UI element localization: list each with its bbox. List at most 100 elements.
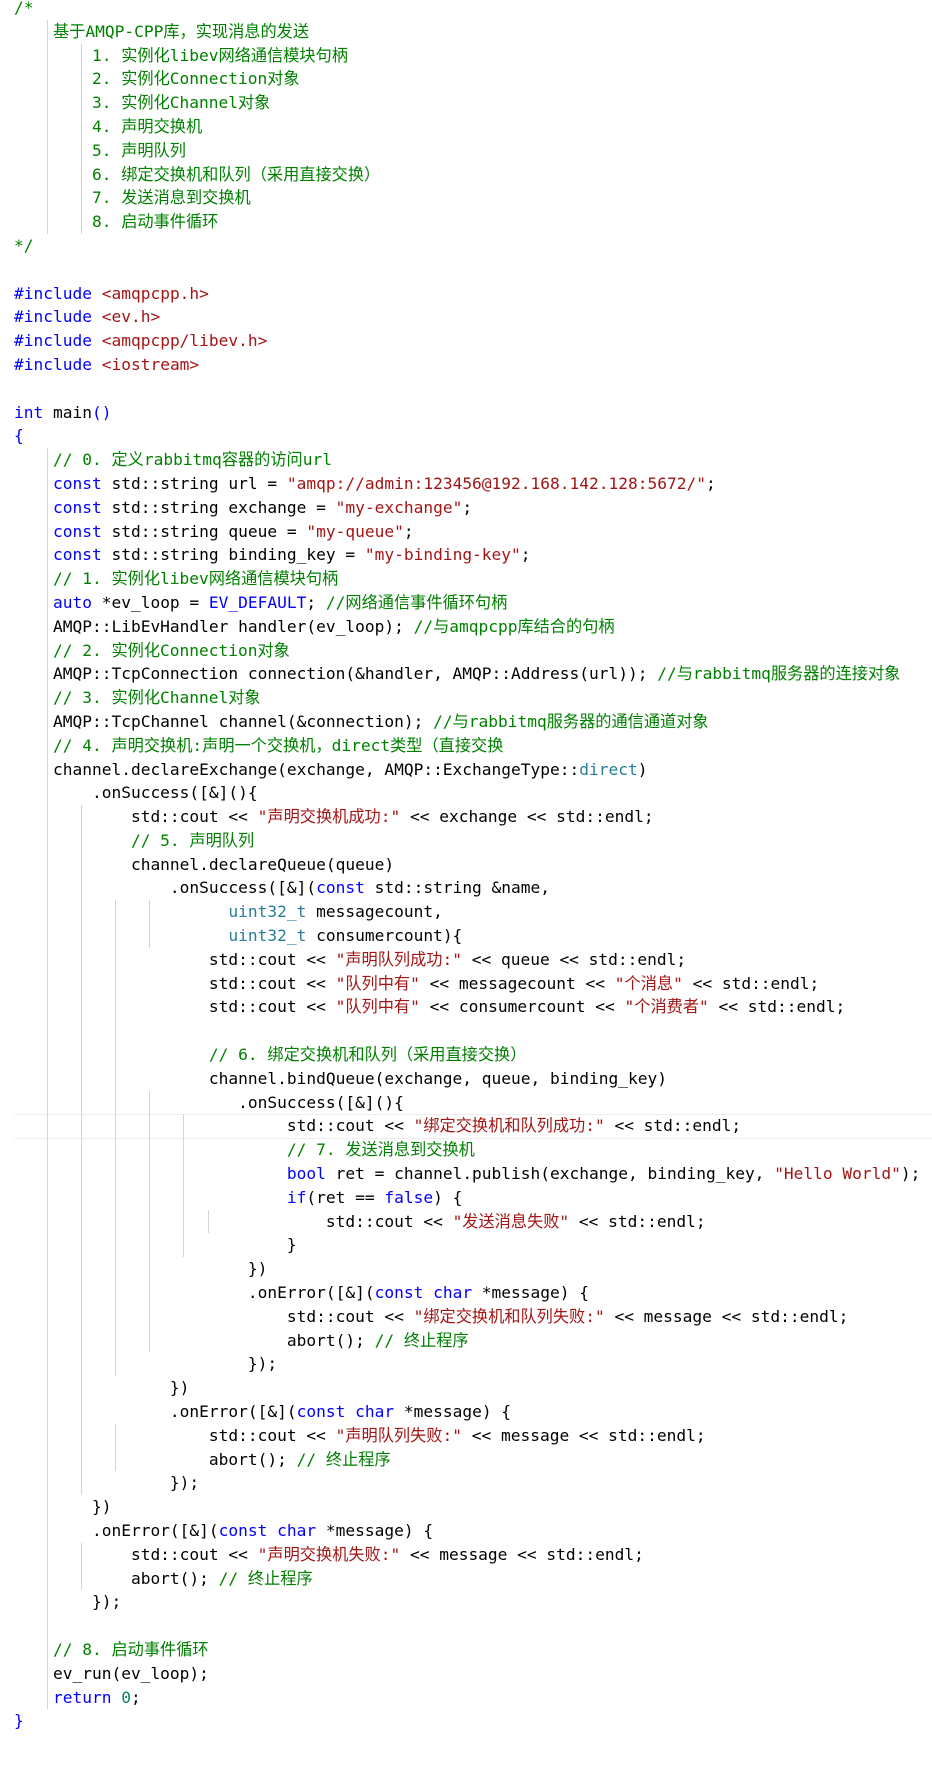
code-line[interactable]: [14, 1019, 920, 1044]
code-line[interactable]: std::cout << "绑定交换机和队列失败:" << message <<…: [14, 1304, 920, 1329]
code-token-default: .onError([&](: [14, 1521, 219, 1540]
code-line[interactable]: // 7. 发送消息到交换机: [14, 1138, 920, 1163]
code-line[interactable]: uint32_t messagecount,: [14, 900, 920, 925]
code-token-comment: 1. 实例化libev网络通信模块句柄: [14, 45, 348, 65]
code-line[interactable]: .onSuccess([&](){: [14, 1090, 920, 1115]
code-line[interactable]: if(ret == false) {: [14, 1185, 920, 1210]
code-line[interactable]: .onSuccess([&](){: [14, 781, 920, 806]
code-line[interactable]: channel.declareQueue(queue): [14, 852, 920, 877]
indent-guide: [47, 876, 48, 901]
indent-guide: [81, 1066, 82, 1091]
code-line[interactable]: }): [14, 1376, 920, 1401]
code-line[interactable]: AMQP::LibEvHandler handler(ev_loop); //与…: [14, 614, 920, 639]
code-line[interactable]: const std::string url = "amqp://admin:12…: [14, 471, 920, 496]
code-line[interactable]: std::cout << "队列中有" << consumercount << …: [14, 995, 920, 1020]
indent-guide: [149, 1138, 150, 1163]
code-line[interactable]: });: [14, 1590, 920, 1615]
indent-guide: [81, 186, 82, 211]
code-token-default: << queue << std::endl;: [461, 949, 687, 969]
code-line[interactable]: [14, 1614, 920, 1638]
code-line[interactable]: });: [14, 1352, 920, 1377]
indent-guide: [47, 138, 48, 163]
code-line[interactable]: bool ret = channel.publish(exchange, bin…: [14, 1162, 920, 1186]
code-token-default: }): [14, 1497, 112, 1517]
code-line[interactable]: AMQP::TcpChannel channel(&connection); /…: [14, 709, 920, 734]
code-line[interactable]: const std::string exchange = "my-exchang…: [14, 495, 920, 520]
code-line[interactable]: std::cout << "发送消息失败" << std::endl;: [14, 1209, 920, 1234]
code-line[interactable]: 1. 实例化libev网络通信模块句柄: [14, 43, 920, 68]
code-line[interactable]: channel.declareExchange(exchange, AMQP::…: [14, 757, 920, 782]
code-line[interactable]: /*: [14, 0, 920, 20]
code-line[interactable]: // 3. 实例化Channel对象: [14, 686, 920, 710]
indent-guide: [47, 1495, 48, 1519]
indent-guide: [115, 1304, 116, 1329]
code-line[interactable]: // 0. 定义rabbitmq容器的访问url: [14, 448, 920, 472]
code-line[interactable]: abort(); // 终止程序: [14, 1566, 920, 1591]
indent-guide: [47, 1614, 48, 1638]
indent-guide: [81, 1447, 82, 1472]
code-line[interactable]: abort(); // 终止程序: [14, 1447, 920, 1472]
code-token-keyword: const: [52, 521, 102, 541]
code-token-default: [423, 1283, 433, 1302]
code-line[interactable]: std::cout << "队列中有" << messagecount << "…: [14, 971, 920, 996]
code-token-default: messagecount,: [306, 902, 443, 922]
code-line[interactable]: .onError([&](const char *message) {: [14, 1281, 920, 1305]
code-line[interactable]: });: [14, 1471, 920, 1496]
code-line[interactable]: const std::string binding_key = "my-bind…: [14, 543, 920, 568]
code-line[interactable]: ev_run(ev_loop);: [14, 1661, 920, 1686]
code-line[interactable]: .onSuccess([&](const std::string &name,: [14, 876, 920, 901]
code-line[interactable]: }): [14, 1257, 920, 1282]
code-line[interactable]: {: [14, 424, 920, 448]
code-line[interactable]: return 0;: [14, 1685, 920, 1710]
code-line[interactable]: 5. 声明队列: [14, 138, 920, 163]
code-line[interactable]: */: [14, 234, 920, 258]
code-line[interactable]: auto *ev_loop = EV_DEFAULT; //网络通信事件循环句柄: [14, 590, 920, 615]
code-line[interactable]: // 8. 启动事件循环: [14, 1637, 920, 1662]
code-token-default: [111, 1688, 121, 1707]
code-line[interactable]: // 1. 实例化libev网络通信模块句柄: [14, 567, 920, 591]
code-line[interactable]: [14, 258, 920, 282]
code-line[interactable]: std::cout << "声明交换机成功:" << exchange << s…: [14, 805, 920, 829]
code-line[interactable]: #include <amqpcpp.h>: [14, 282, 920, 306]
code-token-comment: // 终止程序: [374, 1330, 469, 1350]
code-line[interactable]: abort(); // 终止程序: [14, 1328, 920, 1353]
code-token-default: std::string &name,: [364, 878, 551, 898]
code-editor[interactable]: /* 基于AMQP-CPP库，实现消息的发送 1. 实例化libev网络通信模块…: [0, 0, 932, 1788]
code-line[interactable]: // 2. 实例化Connection对象: [14, 638, 920, 663]
code-line[interactable]: .onError([&](const char *message) {: [14, 1519, 920, 1543]
code-line[interactable]: .onError([&](const char *message) {: [14, 1400, 920, 1424]
code-line[interactable]: #include <amqpcpp/libev.h>: [14, 329, 920, 353]
code-line[interactable]: channel.bindQueue(exchange, queue, bindi…: [14, 1066, 920, 1091]
code-line[interactable]: AMQP::TcpConnection connection(&handler,…: [14, 662, 920, 687]
code-line[interactable]: 7. 发送消息到交换机: [14, 186, 920, 211]
code-line[interactable]: }: [14, 1709, 920, 1733]
code-line[interactable]: 2. 实例化Connection对象: [14, 67, 920, 92]
code-line[interactable]: 4. 声明交换机: [14, 114, 920, 139]
code-line[interactable]: std::cout << "绑定交换机和队列成功:" << std::endl;: [14, 1114, 932, 1140]
code-line[interactable]: }: [14, 1233, 920, 1258]
indent-guide: [47, 662, 48, 687]
code-line[interactable]: int main(): [14, 401, 920, 425]
indent-guide: [81, 1471, 82, 1496]
code-line[interactable]: // 4. 声明交换机:声明一个交换机，direct类型（直接交换: [14, 733, 920, 758]
code-line[interactable]: std::cout << "声明队列成功:" << queue << std::…: [14, 947, 920, 972]
code-line[interactable]: 3. 实例化Channel对象: [14, 91, 920, 115]
code-line[interactable]: #include <ev.h>: [14, 305, 920, 329]
code-line[interactable]: #include <iostream>: [14, 353, 920, 377]
code-line[interactable]: const std::string queue = "my-queue";: [14, 519, 920, 544]
code-line[interactable]: 6. 绑定交换机和队列（采用直接交换）: [14, 162, 920, 187]
indent-guide: [47, 1661, 48, 1686]
code-line[interactable]: uint32_t consumercount){: [14, 924, 920, 948]
code-line[interactable]: [14, 377, 920, 401]
code-line[interactable]: // 5. 声明队列: [14, 828, 920, 853]
code-line[interactable]: // 6. 绑定交换机和队列（采用直接交换）: [14, 1043, 920, 1067]
code-line[interactable]: 8. 启动事件循环: [14, 210, 920, 234]
code-token-keyword: }: [14, 1711, 24, 1731]
code-line[interactable]: }): [14, 1495, 920, 1519]
code-line[interactable]: std::cout << "声明队列失败:" << message << std…: [14, 1423, 920, 1448]
code-line[interactable]: std::cout << "声明交换机失败:" << message << st…: [14, 1542, 920, 1567]
code-token-comment: // 3. 实例化Channel对象: [14, 688, 261, 708]
code-token-keyword: (): [91, 402, 112, 422]
code-line[interactable]: 基于AMQP-CPP库，实现消息的发送: [14, 19, 920, 44]
code-token-default: }): [14, 1378, 190, 1398]
